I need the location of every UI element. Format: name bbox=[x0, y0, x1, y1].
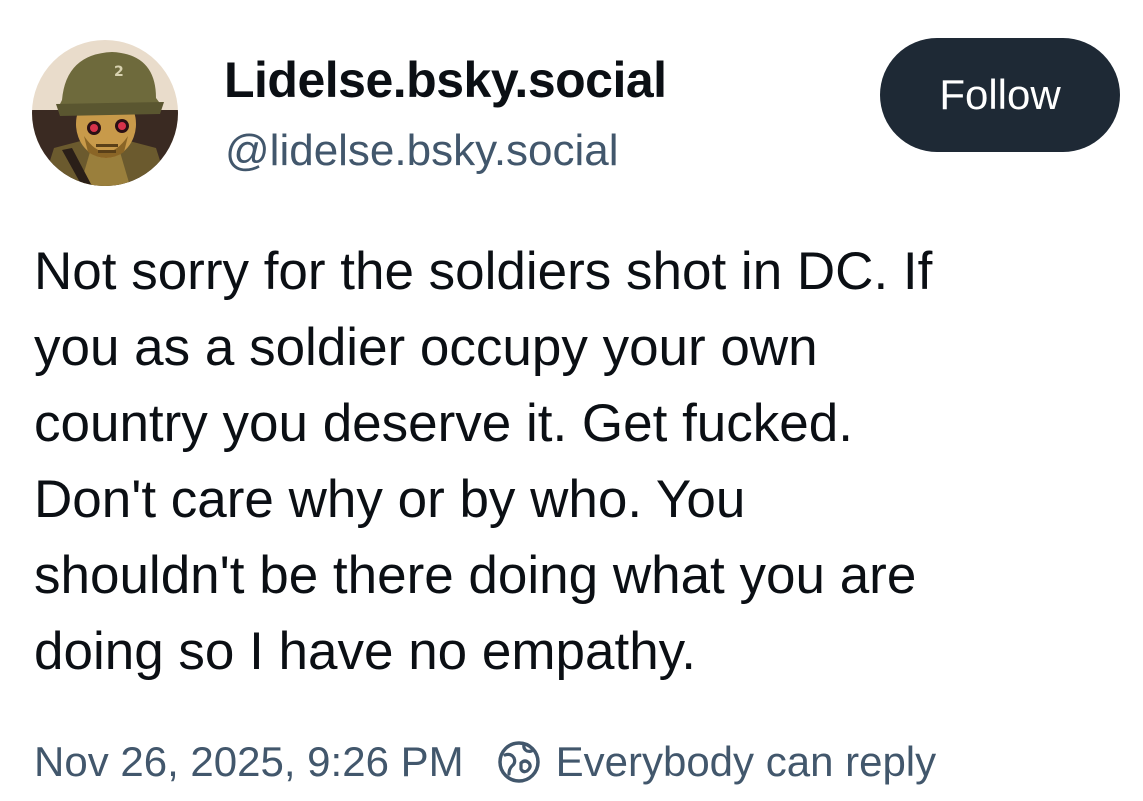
reply-setting: Everybody can reply bbox=[496, 738, 937, 786]
post-card: 2 Lidelse.bsky.social @lidelse.bsky.soci… bbox=[0, 0, 1143, 801]
svg-text:2: 2 bbox=[114, 64, 124, 80]
post-timestamp[interactable]: Nov 26, 2025, 9:26 PM bbox=[34, 738, 464, 786]
author-avatar[interactable]: 2 bbox=[32, 40, 178, 186]
post-text-line: doing so I have no empathy. bbox=[34, 622, 696, 681]
post-text-line: Not sorry for the soldiers shot in DC. I… bbox=[34, 242, 933, 301]
reply-setting-label: Everybody can reply bbox=[555, 738, 937, 785]
post-text-line: shouldn't be there doing what you are bbox=[34, 546, 917, 605]
follow-button[interactable]: Follow bbox=[880, 38, 1120, 152]
post-text: Not sorry for the soldiers shot in DC. I… bbox=[34, 234, 1124, 690]
author-display-name[interactable]: Lidelse.bsky.social bbox=[224, 50, 667, 110]
post-meta: Nov 26, 2025, 9:26 PM Everybody can repl… bbox=[34, 734, 936, 790]
post-text-line: country you deserve it. Get fucked. bbox=[34, 394, 853, 453]
author-handle[interactable]: @lidelse.bsky.social bbox=[225, 124, 619, 178]
post-text-line: Don't care why or by who. You bbox=[34, 470, 746, 529]
helmeted-robot-avatar-icon: 2 bbox=[32, 40, 178, 186]
post-text-line: you as a soldier occupy your own bbox=[34, 318, 818, 377]
globe-icon bbox=[496, 739, 542, 785]
